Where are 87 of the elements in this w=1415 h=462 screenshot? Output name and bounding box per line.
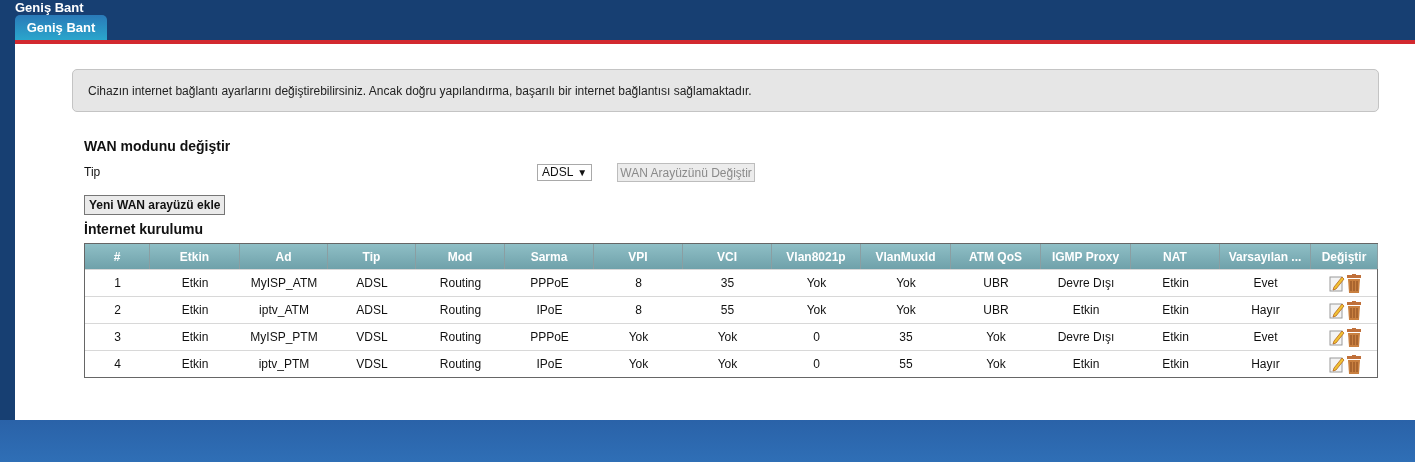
- table-cell-text: 35: [719, 275, 736, 292]
- table-cell-text: 3: [113, 329, 122, 346]
- table-cell-text: Hayır: [1250, 356, 1281, 373]
- edit-icon[interactable]: [1328, 328, 1345, 346]
- table-cell-text: Devre Dışı: [1056, 275, 1116, 292]
- table-cell-text: Routing: [438, 302, 483, 319]
- column-header: VlanMuxId: [861, 244, 951, 269]
- table-cell-text: iptv_ATM: [258, 302, 310, 319]
- trash-icon[interactable]: [1346, 327, 1361, 347]
- table-cell-text: IPoE: [535, 356, 564, 373]
- table-cell-text: Yok: [716, 329, 739, 346]
- column-header: Mod: [416, 244, 505, 269]
- table-cell-text: Yok: [716, 356, 739, 373]
- trash-icon[interactable]: [1346, 273, 1361, 293]
- table-cell-text: Etkin: [1161, 329, 1190, 346]
- table-cell-text: Evet: [1252, 275, 1279, 292]
- table-cell-text: MyISP_PTM: [249, 329, 319, 346]
- section-heading: WAN modunu değiştir: [84, 137, 232, 156]
- section-heading: İnternet kurulumu: [84, 220, 204, 239]
- table-cell-text: 0: [812, 329, 821, 346]
- table-cell-text: Evet: [1252, 329, 1279, 346]
- table-cell-text: 1: [113, 275, 122, 292]
- table-cell-text: ADSL: [355, 302, 389, 319]
- table-cell-text: VDSL: [355, 329, 389, 346]
- info-message: Cihazın internet bağlantı ayarlarını değiştirebilirsiniz. Ancak doğru yapılandırma, başarılı bir internet bağlantısı sağlamaktadır.: [72, 69, 1379, 112]
- table-cell-text: Devre Dışı: [1056, 329, 1116, 346]
- column-header: Değiştir: [1311, 244, 1378, 269]
- table-cell-text: PPPoE: [529, 329, 570, 346]
- table-cell-text: Yok: [895, 302, 917, 319]
- table-cell-text: Etkin: [1071, 302, 1101, 319]
- table-cell-text: Routing: [438, 329, 483, 346]
- table-cell-text: Etkin: [180, 329, 210, 346]
- table-cell-text: Etkin: [1071, 356, 1101, 373]
- column-header: Vlan8021p: [772, 244, 861, 269]
- page-title: Geniş Bant: [15, 0, 84, 15]
- table-cell-text: UBR: [982, 275, 1010, 292]
- column-header: Varsayılan ...: [1220, 244, 1311, 269]
- table-cell-text: Routing: [438, 356, 483, 373]
- table-cell-text: 4: [113, 356, 122, 373]
- table-cell-text: 0: [812, 356, 821, 373]
- table-cell-text: Yok: [805, 302, 828, 319]
- column-header: NAT: [1131, 244, 1220, 269]
- table-cell-text: Routing: [438, 275, 483, 292]
- table-cell-text: 55: [719, 302, 736, 319]
- table-cell-text: Yok: [985, 356, 1007, 373]
- table-cell-text: 55: [898, 356, 914, 373]
- table-cell-text: 8: [634, 275, 643, 292]
- table-cell-text: IPoE: [535, 302, 564, 319]
- field-label: Tip: [84, 164, 102, 181]
- edit-icon[interactable]: [1328, 274, 1345, 292]
- table-cell-text: iptv_PTM: [257, 356, 311, 373]
- table-cell-text: Yok: [627, 356, 650, 373]
- column-header: Ad: [240, 244, 328, 269]
- table-cell-text: UBR: [982, 302, 1010, 319]
- table-cell-text: MyISP_ATM: [249, 275, 319, 292]
- table-cell-text: VDSL: [355, 356, 389, 373]
- table-cell-text: Etkin: [180, 275, 210, 292]
- trash-icon[interactable]: [1346, 300, 1361, 320]
- table-cell-text: Etkin: [180, 302, 210, 319]
- table-cell-text: Yok: [627, 329, 650, 346]
- table-cell-text: 35: [898, 329, 914, 346]
- table-cell-text: Hayır: [1250, 302, 1281, 319]
- column-header: IGMP Proxy: [1041, 244, 1131, 269]
- column-header: Tip: [328, 244, 416, 269]
- tab[interactable]: Geniş Bant: [15, 15, 107, 40]
- table-cell-text: Etkin: [1161, 356, 1190, 373]
- table-cell-text: Etkin: [180, 356, 210, 373]
- add-wan-button[interactable]: Yeni WAN arayüzü ekle: [84, 195, 226, 215]
- column-header: #: [85, 244, 150, 269]
- table-cell-text: Etkin: [1161, 275, 1190, 292]
- edit-icon[interactable]: [1328, 301, 1345, 319]
- column-header: Etkin: [150, 244, 240, 269]
- column-header: Sarma: [505, 244, 594, 269]
- table-cell-text: Yok: [805, 275, 828, 292]
- trash-icon[interactable]: [1346, 354, 1361, 374]
- column-header: VPI: [594, 244, 683, 269]
- table-cell-text: Yok: [895, 275, 917, 292]
- table-cell-text: PPPoE: [529, 275, 570, 292]
- column-header: VCI: [683, 244, 772, 269]
- table-cell-text: Yok: [985, 329, 1007, 346]
- table-cell-text: Etkin: [1161, 302, 1190, 319]
- type-dropdown[interactable]: ADSL ▼: [537, 163, 593, 181]
- column-header: ATM QoS: [951, 244, 1041, 269]
- table-cell-text: 8: [634, 302, 643, 319]
- edit-icon[interactable]: [1328, 355, 1345, 373]
- table-cell-text: ADSL: [355, 275, 389, 292]
- table-cell-text: 2: [113, 302, 122, 319]
